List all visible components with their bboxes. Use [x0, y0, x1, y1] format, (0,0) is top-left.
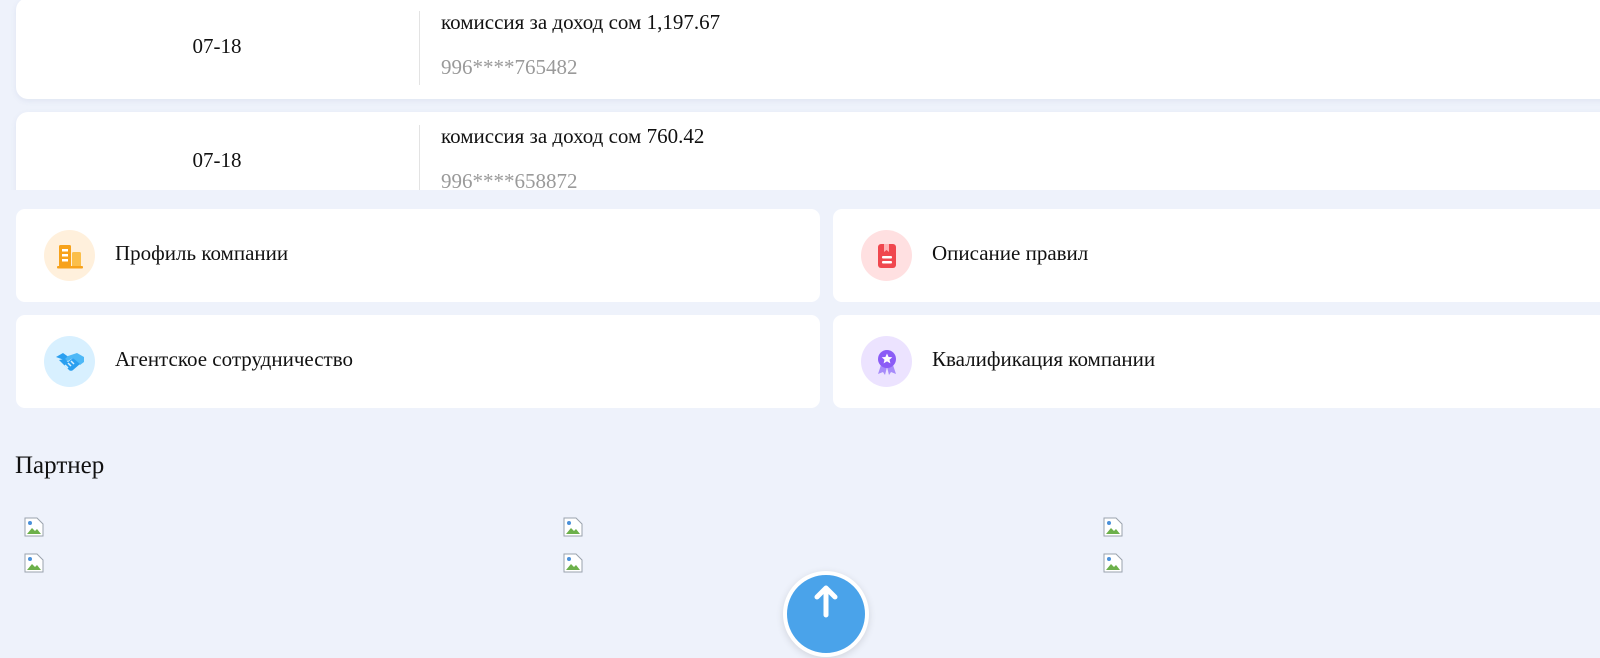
agency-cooperation-button[interactable]: Агентское сотрудничество	[16, 315, 820, 408]
arrow-icon	[814, 585, 838, 618]
menu-item-label: Квалификация компании	[932, 347, 1156, 371]
menu-item-label: Описание правил	[932, 241, 1089, 265]
partner-logo-image	[24, 517, 44, 537]
partner-logo-image	[1103, 553, 1123, 573]
transaction-card: 07-18 комиссия за доход сом 760.42 996**…	[16, 112, 1600, 190]
transaction-date: 07-18	[192, 34, 242, 58]
company-qualification-button[interactable]: Квалификация компании	[833, 315, 1600, 408]
rulebook-icon	[861, 230, 912, 281]
menu-item-label: Агентское сотрудничество	[115, 347, 353, 371]
handshake-icon	[44, 336, 95, 387]
transaction-title: комиссия за доход сом 1,197.67	[441, 10, 721, 34]
building-icon	[44, 230, 95, 281]
partner-logo-image	[563, 517, 583, 537]
partners-title: Партнер	[15, 452, 105, 479]
company-profile-button[interactable]: Профиль компании	[16, 209, 820, 302]
divider	[419, 125, 420, 190]
partner-logo-image	[1103, 517, 1123, 537]
transaction-phone: 996****765482	[441, 55, 578, 79]
partner-logo-image	[563, 553, 583, 573]
transaction-title: комиссия за доход сом 760.42	[441, 124, 705, 148]
award-icon	[861, 336, 912, 387]
menu-item-label: Профиль компании	[115, 241, 289, 265]
partner-logo-image	[24, 553, 44, 573]
transaction-date: 07-18	[192, 148, 242, 172]
divider	[419, 11, 420, 85]
rules-description-button[interactable]: Описание правил	[833, 209, 1600, 302]
transactions-feed[interactable]: 07-18 комиссия за доход сом 1,197.67 996…	[0, 0, 1600, 190]
floating-action-button[interactable]	[783, 571, 869, 657]
transaction-phone: 996****658872	[441, 169, 578, 190]
transaction-card: 07-18 комиссия за доход сом 1,197.67 996…	[16, 0, 1600, 99]
